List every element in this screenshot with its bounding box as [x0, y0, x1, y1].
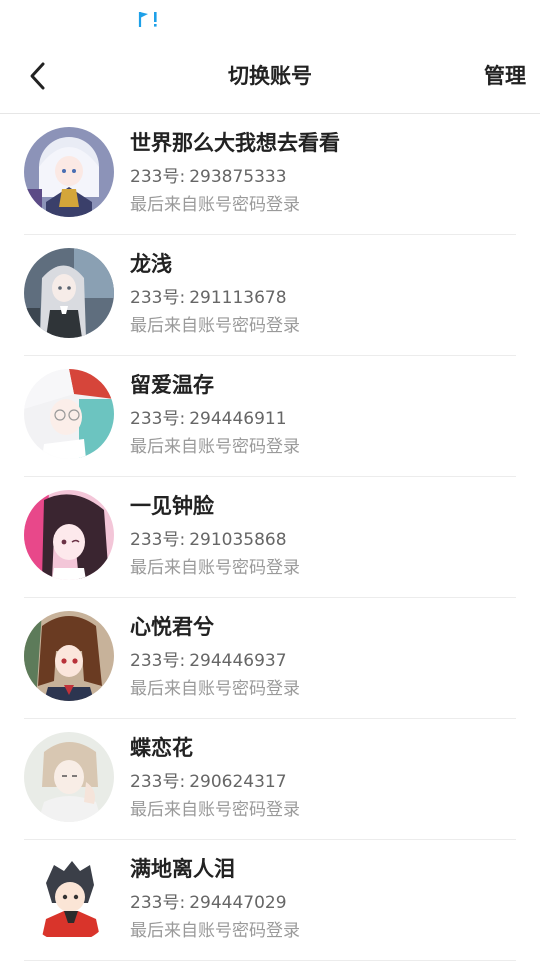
account-id-prefix: 233号: [130, 772, 186, 792]
account-id: 233号: 291113678 [130, 285, 287, 311]
account-item[interactable]: 心悦君兮 233号: 294446937 最后来自账号密码登录 [0, 598, 540, 719]
account-id-number: 291113678 [189, 288, 287, 308]
page-title: 切换账号 [228, 64, 312, 88]
account-id: 233号: 291035868 [130, 527, 287, 553]
account-id: 233号: 294446937 [130, 648, 287, 674]
account-login-source: 最后来自账号密码登录 [130, 921, 300, 941]
account-item[interactable]: 蝶恋花 233号: 290624317 最后来自账号密码登录 [0, 719, 540, 840]
account-id-number: 294446937 [189, 651, 287, 671]
account-login-source: 最后来自账号密码登录 [130, 679, 300, 699]
account-id-number: 294447029 [189, 893, 287, 913]
account-item[interactable]: 满地离人泪 233号: 294447029 最后来自账号密码登录 [0, 840, 540, 961]
account-id-prefix: 233号: [130, 167, 186, 187]
avatar [24, 127, 114, 217]
account-id: 233号: 293875333 [130, 164, 287, 190]
account-id-number: 290624317 [189, 772, 287, 792]
account-name: 一见钟脸 [130, 494, 214, 518]
account-name: 世界那么大我想去看看 [130, 131, 340, 155]
account-name: 留爱温存 [130, 373, 214, 397]
account-id-prefix: 233号: [130, 530, 186, 550]
account-id-number: 293875333 [189, 167, 287, 187]
account-id: 233号: 294447029 [130, 890, 287, 916]
navigation-header: 切换账号 管理 [0, 38, 540, 114]
account-item[interactable]: 世界那么大我想去看看 233号: 293875333 最后来自账号密码登录 [0, 114, 540, 235]
account-login-source: 最后来自账号密码登录 [130, 558, 300, 578]
account-id: 233号: 290624317 [130, 769, 287, 795]
account-name: 龙浅 [130, 252, 172, 276]
account-login-source: 最后来自账号密码登录 [130, 195, 300, 215]
account-id: 233号: 294446911 [130, 406, 287, 432]
account-item[interactable]: 龙浅 233号: 291113678 最后来自账号密码登录 [0, 235, 540, 356]
account-list: 世界那么大我想去看看 233号: 293875333 最后来自账号密码登录 龙浅 … [0, 114, 540, 961]
manage-button[interactable]: 管理 [484, 60, 526, 92]
account-id-number: 294446911 [189, 409, 287, 429]
avatar [24, 369, 114, 459]
account-name: 心悦君兮 [130, 615, 214, 639]
account-name: 蝶恋花 [130, 736, 193, 760]
avatar [24, 490, 114, 580]
avatar [24, 853, 114, 943]
account-id-prefix: 233号: [130, 409, 186, 429]
status-bar [0, 0, 540, 38]
account-id-prefix: 233号: [130, 893, 186, 913]
account-name: 满地离人泪 [130, 857, 235, 881]
account-id-number: 291035868 [189, 530, 287, 550]
account-item[interactable]: 一见钟脸 233号: 291035868 最后来自账号密码登录 [0, 477, 540, 598]
account-login-source: 最后来自账号密码登录 [130, 800, 300, 820]
account-id-prefix: 233号: [130, 288, 186, 308]
avatar [24, 732, 114, 822]
avatar [24, 611, 114, 701]
account-item[interactable]: 留爱温存 233号: 294446911 最后来自账号密码登录 [0, 356, 540, 477]
account-login-source: 最后来自账号密码登录 [130, 437, 300, 457]
flag-notification-icon [138, 12, 157, 27]
account-login-source: 最后来自账号密码登录 [130, 316, 300, 336]
account-id-prefix: 233号: [130, 651, 186, 671]
avatar [24, 248, 114, 338]
